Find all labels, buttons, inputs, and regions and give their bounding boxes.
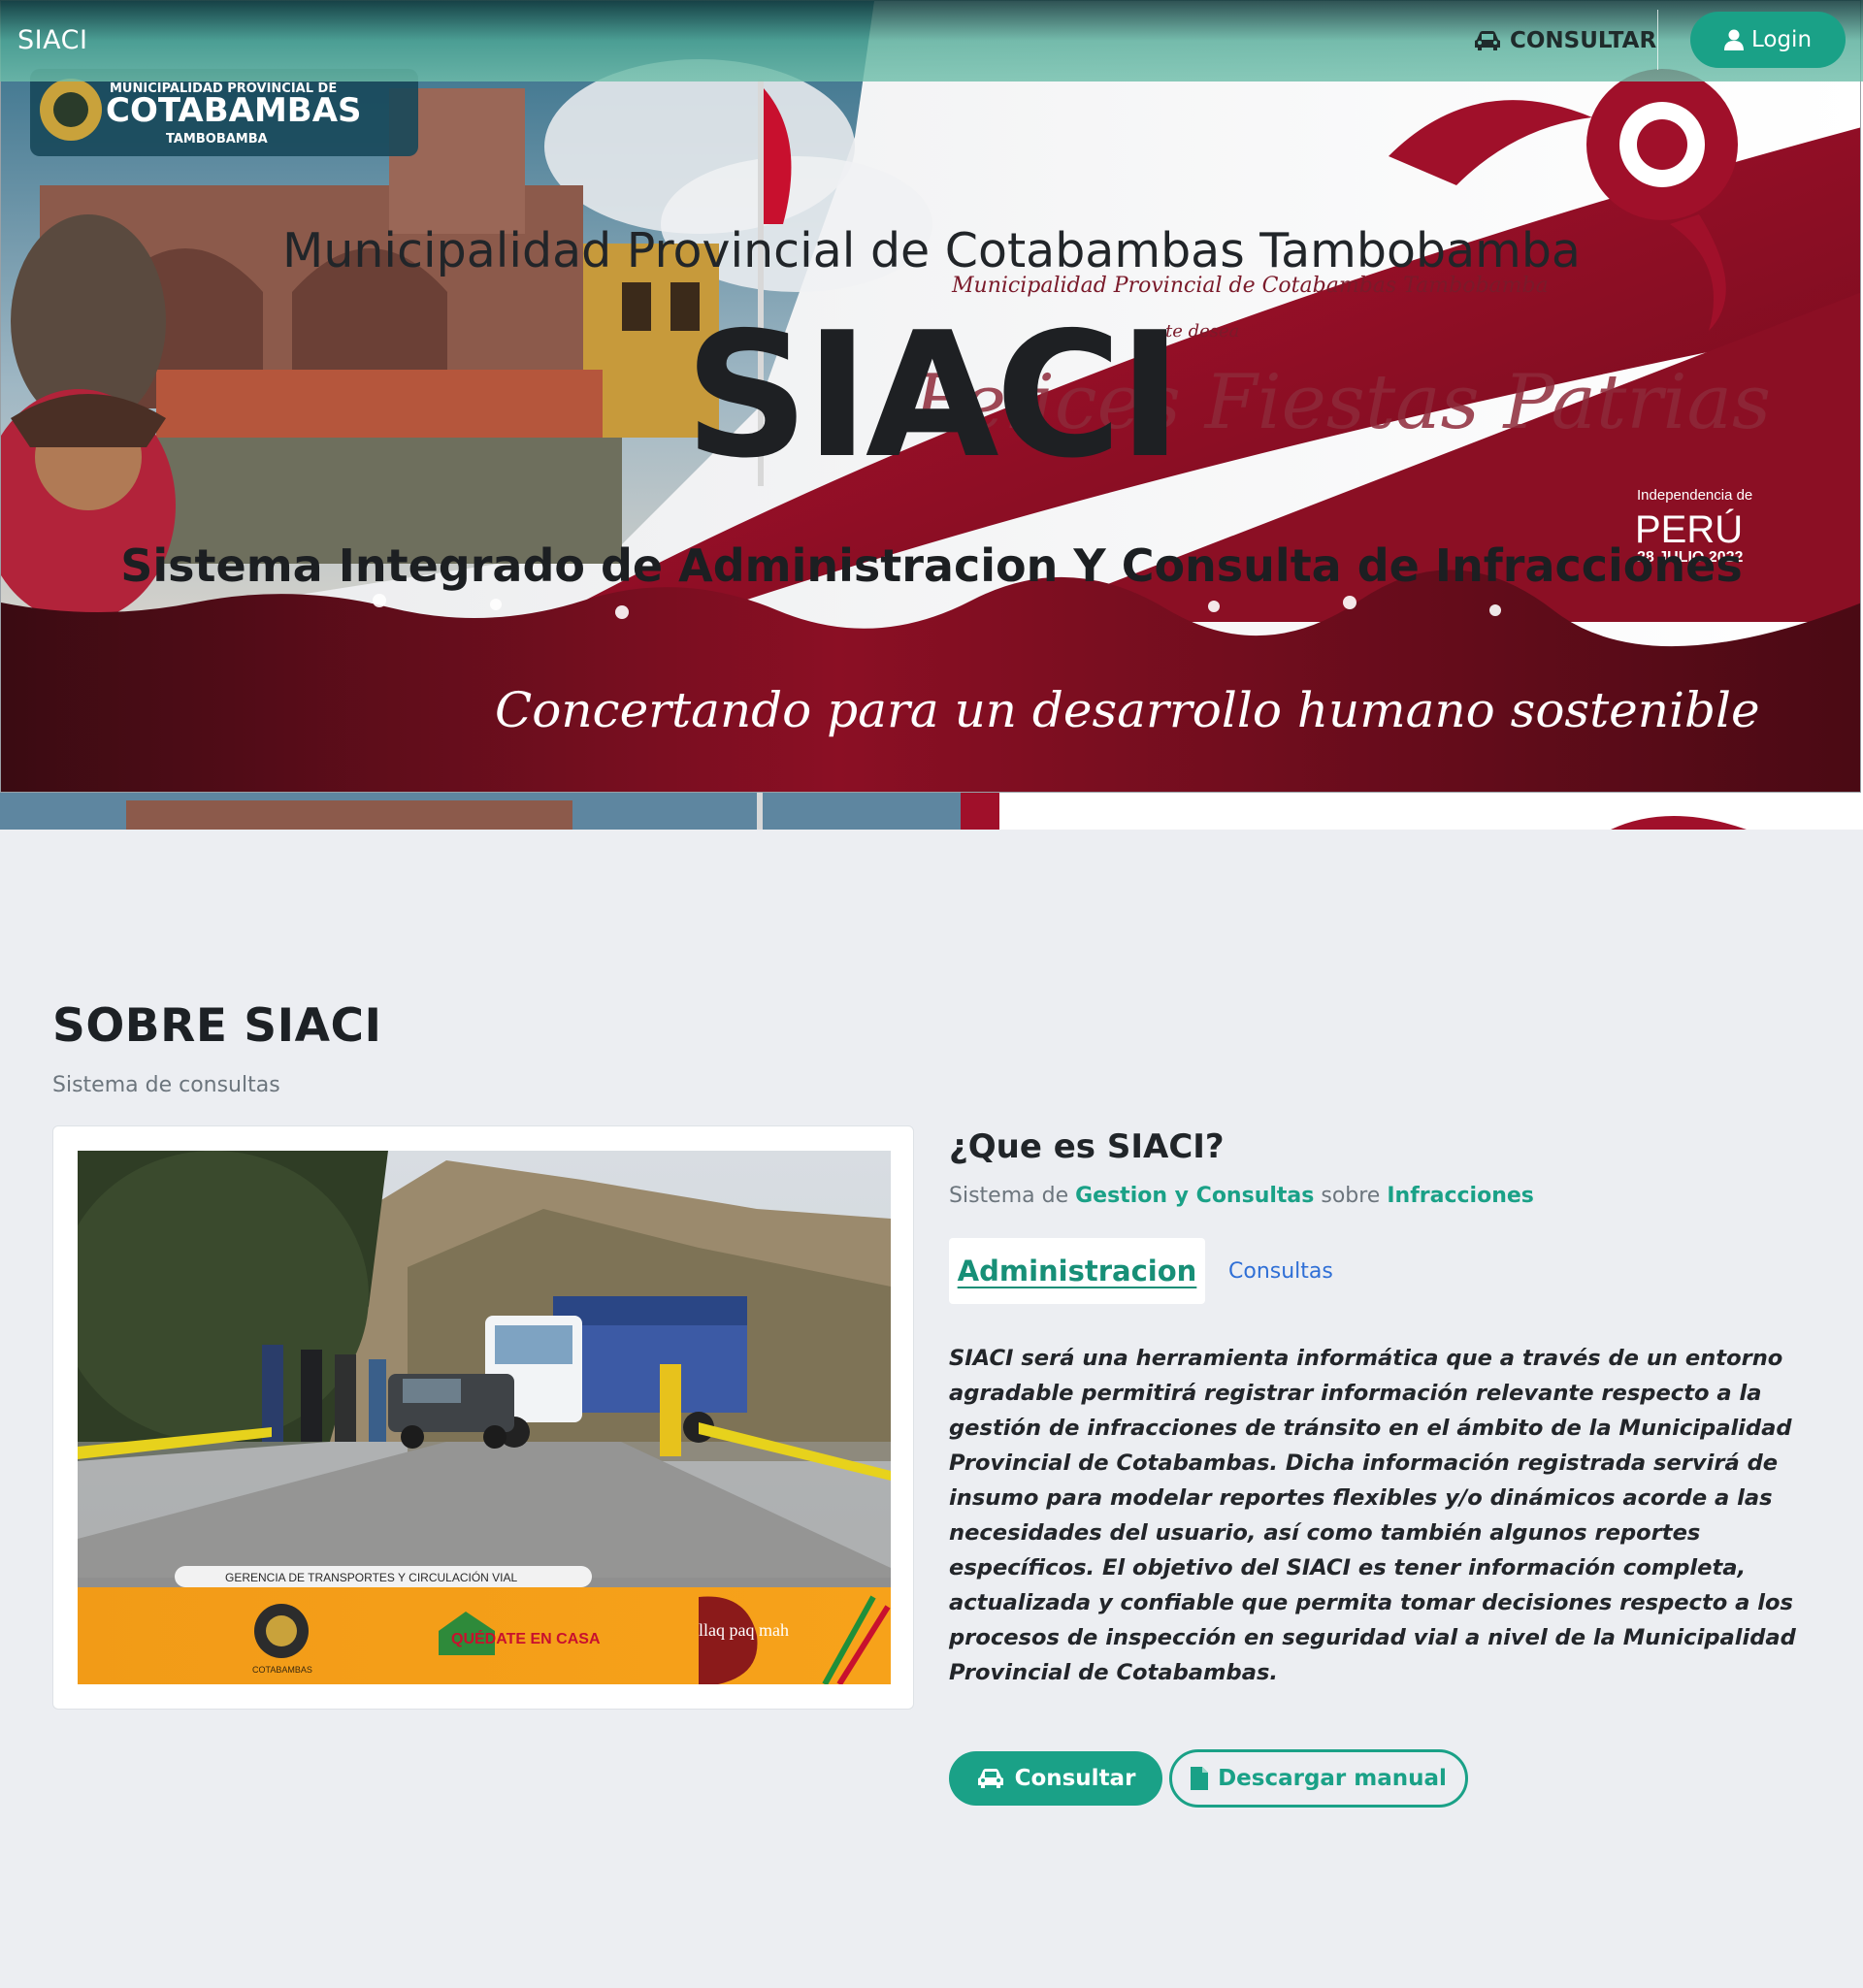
section-title: SOBRE SIACI: [52, 999, 382, 1053]
download-manual-label: Descargar manual: [1218, 1766, 1447, 1791]
photo-logo-mid: QUÉDATE EN CASA: [451, 1629, 601, 1647]
section-subtitle: Sistema de consultas: [52, 1073, 280, 1097]
what-is-lead: Sistema de Gestion y Consultas sobre Inf…: [949, 1184, 1534, 1208]
car-icon: [1473, 30, 1502, 51]
login-label: Login: [1750, 27, 1813, 52]
consultar-label: Consultar: [1014, 1766, 1136, 1791]
nav-consultar-label: CONSULTAR: [1510, 28, 1657, 53]
lead-highlight-2: Infracciones: [1387, 1184, 1534, 1208]
tab-administracion[interactable]: Administracion: [949, 1238, 1205, 1304]
top-navbar: SIACI CONSULTAR Login: [0, 0, 1863, 81]
consultar-button[interactable]: Consultar: [949, 1751, 1162, 1806]
what-is-title: ¿Que es SIACI?: [949, 1127, 1225, 1166]
brand-link[interactable]: SIACI: [17, 25, 87, 55]
download-manual-button[interactable]: Descargar manual: [1169, 1749, 1468, 1808]
info-tabs: Administracion Consultas: [949, 1238, 1333, 1304]
photo-logo-left: COTABAMBAS: [252, 1665, 312, 1675]
banner-logo-main: COTABAMBAS: [106, 91, 362, 130]
hero-subtitle: Sistema Integrado de Administracion Y Co…: [120, 539, 1743, 592]
nav-consultar-link[interactable]: CONSULTAR: [1473, 23, 1656, 58]
siaci-description: SIACI será una herramienta informática q…: [949, 1346, 1796, 1685]
lead-text-1: Sistema de: [949, 1184, 1076, 1208]
hero-brand: SIACI: [684, 295, 1182, 496]
lead-highlight-1: Gestion y Consultas: [1075, 1184, 1315, 1208]
hero-title: Municipalidad Provincial de Cotabambas T…: [282, 223, 1581, 278]
photo-card: GERENCIA DE TRANSPORTES Y CIRCULACIÓN VI…: [52, 1125, 914, 1710]
nav-divider: [1657, 10, 1658, 70]
banner-badge-top: Independencia de: [1637, 487, 1752, 504]
banner-slogan: Concertando para un desarrollo humano so…: [495, 682, 1760, 738]
login-button[interactable]: Login: [1690, 12, 1846, 68]
file-icon: [1191, 1767, 1209, 1790]
lead-text-2: sobre: [1314, 1184, 1388, 1208]
banner-logo-bottom: TAMBOBAMBA: [166, 132, 268, 147]
photo-caption: GERENCIA DE TRANSPORTES Y CIRCULACIÓN VI…: [225, 1570, 518, 1584]
tab-consultas[interactable]: Consultas: [1228, 1259, 1333, 1284]
user-icon: [1723, 29, 1744, 50]
car-icon: [976, 1768, 1005, 1789]
checkpoint-photo: GERENCIA DE TRANSPORTES Y CIRCULACIÓN VI…: [78, 1151, 891, 1684]
hero-banner-repeat: [0, 793, 1863, 830]
photo-logo-right: llaq paq mah: [699, 1620, 789, 1640]
hero-section: MUNICIPALIDAD PROVINCIAL DE COTABAMBAS T…: [0, 0, 1863, 830]
